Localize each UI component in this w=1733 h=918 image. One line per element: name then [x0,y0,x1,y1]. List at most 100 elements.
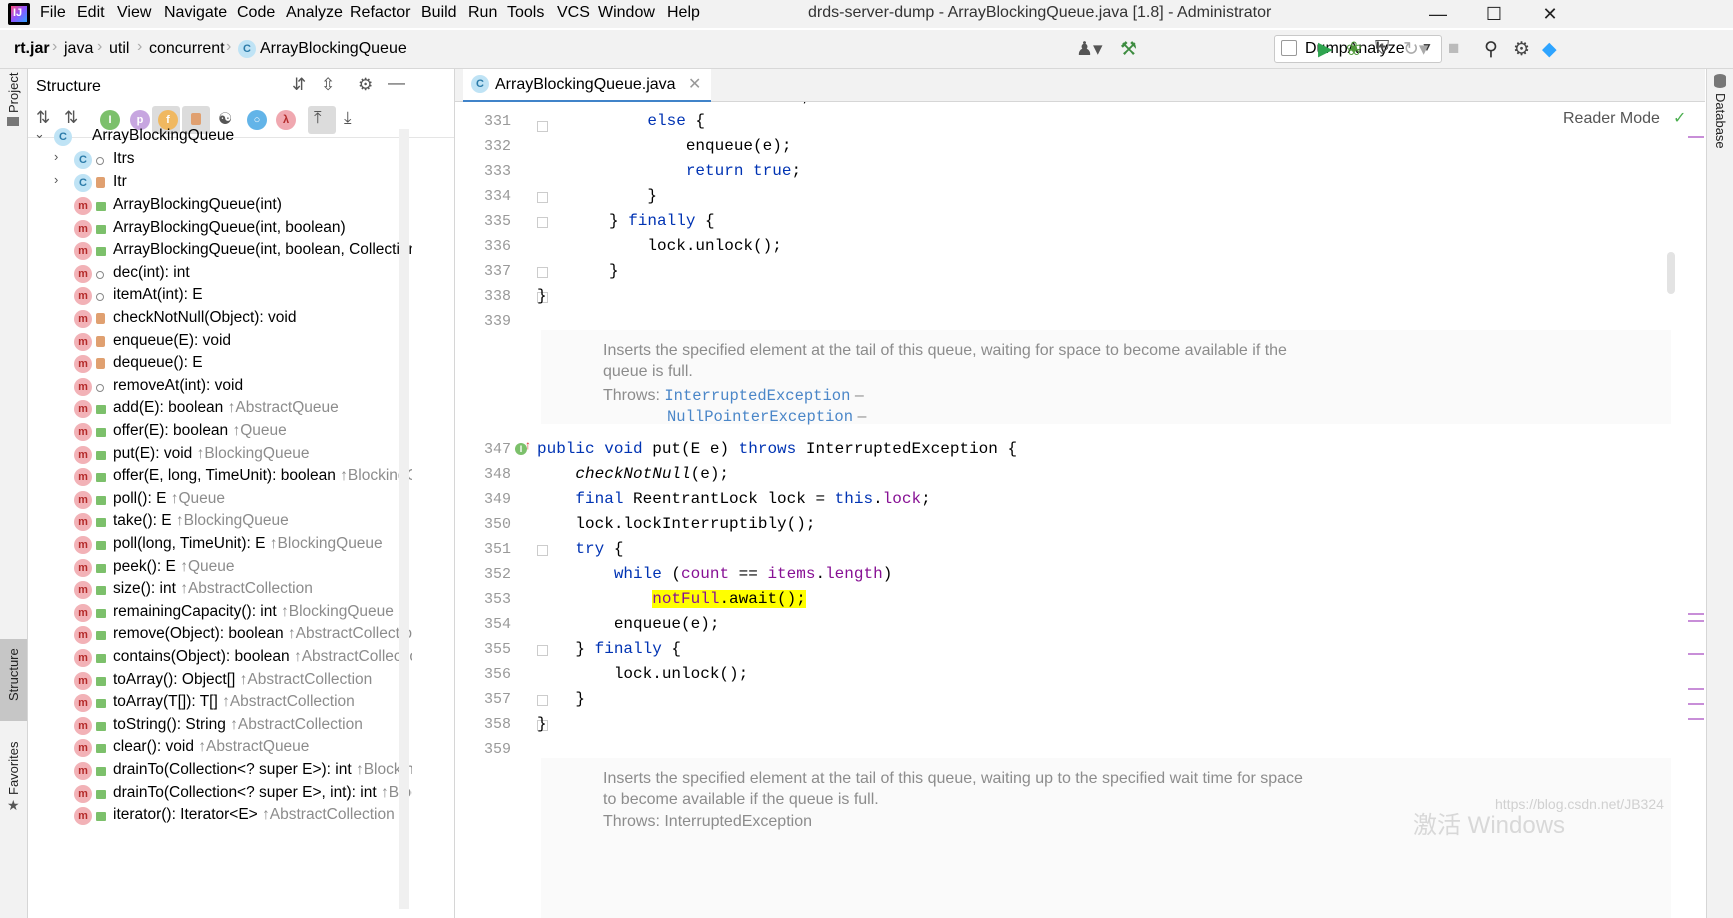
collapse-all-icon[interactable]: ⇳ [321,75,335,95]
code-editor[interactable]: 330 331 332 333 334 335 336 337 338 339 347 348 349 3… [455,102,1705,918]
fold-toggle-icon[interactable] [537,217,548,228]
tree-item-itrs[interactable]: › C Itrs [28,148,428,172]
tree-member-item[interactable]: m remainingCapacity(): int ↑BlockingQueue [28,601,412,625]
hide-panel-icon[interactable]: — [388,73,405,93]
breadcrumb-concurrent[interactable]: concurrent [149,40,225,58]
editor-tab-arrayblockingqueue[interactable]: C ArrayBlockingQueue.java ✕ [463,69,712,103]
tree-member-item[interactable]: m enqueue(E): void [28,330,412,354]
tree-member-item[interactable]: m drainTo(Collection<? super E>): int ↑Bl… [28,759,412,783]
menu-window[interactable]: Window [598,4,655,22]
tree-member-item[interactable]: m dec(int): int [28,262,412,286]
tree-member-item[interactable]: m ArrayBlockingQueue(int) [28,194,412,218]
menu-vcs[interactable]: VCS [557,4,590,22]
tree-item-label: itemAt(int): E [113,286,203,304]
tree-member-item[interactable]: m poll(): E ↑Queue [28,488,412,512]
structure-tool-button[interactable]: Structure [0,639,27,721]
debug-bug-icon[interactable]: ❀ [1346,38,1362,61]
run-icon[interactable]: ▶ [1318,38,1333,61]
code-line-358: } [537,715,547,733]
method-icon: m [74,264,92,283]
project-tool-button[interactable]: Project [6,73,21,113]
stop-icon[interactable]: ■ [1448,38,1459,60]
method-icon: m [74,536,92,554]
tree-member-item[interactable]: m itemAt(int): E [28,284,412,308]
tree-member-item[interactable]: m ArrayBlockingQueue(int, boolean, Collec… [28,239,412,263]
fold-toggle-icon[interactable] [537,192,548,203]
breadcrumb-util[interactable]: util [109,40,129,58]
minimize-icon[interactable]: — [1410,0,1466,28]
tree-item-itr[interactable]: › C Itr [28,171,428,195]
tree-item-label: iterator(): Iterator<E> [113,806,258,824]
settings-gear-icon[interactable]: ⚙ [1513,38,1530,61]
code-line-351: try { [575,540,624,558]
coverage-icon[interactable]: ⛨ [1375,38,1389,60]
editor-scrollbar-thumb[interactable] [1667,252,1675,294]
public-visibility-icon [96,631,106,641]
user-icon[interactable]: ♟▾ [1076,38,1103,61]
tree-member-item[interactable]: m ArrayBlockingQueue(int, boolean) [28,217,412,241]
tree-member-item[interactable]: m peek(): E ↑Queue [28,556,412,580]
tree-member-item[interactable]: m poll(long, TimeUnit): E ↑BlockingQueue [28,533,412,557]
tree-member-item[interactable]: m clear(): void ↑AbstractQueue [28,736,412,760]
tree-member-item[interactable]: m size(): int ↑AbstractCollection [28,578,412,602]
menu-build[interactable]: Build [421,4,457,22]
menu-file[interactable]: File [40,4,66,22]
tree-member-item[interactable]: m toString(): String ↑AbstractCollection [28,714,412,738]
show-non-public-icon[interactable] [191,113,201,125]
scroll-marker [1688,136,1704,138]
expand-all-icon[interactable]: ⇵ [292,75,306,95]
close-icon[interactable]: ✕ [1522,0,1578,28]
breadcrumb-rt-jar[interactable]: rt.jar [14,40,50,58]
breadcrumb-arrayblockingqueue[interactable]: ArrayBlockingQueue [260,40,407,58]
inherited-from-label: ↑Queue [232,422,287,439]
profile-icon[interactable]: ↻▾ [1403,38,1428,61]
tree-member-item[interactable]: m dequeue(): E [28,352,412,376]
tree-member-item[interactable]: m drainTo(Collection<? super E>, int): in… [28,782,412,806]
line-number: 339 [483,313,511,330]
inherited-from-label: ↑Queue [170,489,226,507]
menu-view[interactable]: View [117,4,151,22]
tree-member-item[interactable]: m put(E): void ↑BlockingQueue [28,443,412,467]
close-tab-icon[interactable]: ✕ [688,76,701,93]
activate-windows-text: 激活 Windows [1413,812,1566,839]
tree-member-item[interactable]: m iterator(): Iterator<E> ↑AbstractCollec… [28,804,412,828]
javadoc-link-nullpointerexception[interactable]: NullPointerException [667,408,853,426]
tree-member-item[interactable]: m toArray(): Object[] ↑AbstractCollection [28,669,412,693]
search-icon[interactable]: ⚲ [1484,38,1498,61]
tree-member-item[interactable]: m take(): E ↑BlockingQueue [28,510,412,534]
menu-navigate[interactable]: Navigate [164,4,227,22]
panel-settings-gear-icon[interactable]: ⚙ [358,75,373,95]
fold-toggle-icon[interactable] [537,267,548,278]
method-icon: m [74,649,92,667]
tree-item-label: toArray(): Object[] [113,670,236,688]
favorites-tool-button[interactable]: Favorites [6,742,21,795]
tree-root-arrayblockingqueue[interactable]: ⌄ C ArrayBlockingQueue [28,125,428,149]
tree-member-item[interactable]: m offer(E, long, TimeUnit): boolean ↑Bloc… [28,465,412,489]
breadcrumb-java[interactable]: java [64,40,93,58]
chevron-right-icon[interactable]: › [54,149,58,164]
javadoc-link-interruptedexception[interactable]: InterruptedException [664,387,850,405]
build-hammer-icon[interactable]: ⚒ [1120,38,1137,61]
reader-mode-button[interactable]: Reader Mode [1563,110,1660,128]
database-tool-button[interactable]: Database [1713,93,1728,149]
structure-scrollbar[interactable] [399,129,409,909]
chevron-down-icon[interactable]: ⌄ [34,126,45,142]
tree-member-item[interactable]: m add(E): boolean ↑AbstractQueue [28,397,412,421]
chevron-right-icon[interactable]: › [54,172,58,187]
fold-toggle-icon[interactable] [537,121,548,132]
menu-tools[interactable]: Tools [507,4,544,22]
menu-help[interactable]: Help [667,4,700,22]
tree-member-item[interactable]: m toArray(T[]): T[] ↑AbstractCollection [28,691,412,715]
tree-member-item[interactable]: m checkNotNull(Object): void [28,307,412,331]
menu-code[interactable]: Code [237,4,275,22]
menu-analyze[interactable]: Analyze [286,4,343,22]
maximize-icon[interactable]: ☐ [1466,0,1522,28]
tree-member-item[interactable]: m removeAt(int): void [28,375,412,399]
jetbrains-toolbox-icon[interactable]: ◆ [1542,38,1557,61]
tree-member-item[interactable]: m remove(Object): boolean ↑AbstractCollec… [28,623,412,647]
menu-run[interactable]: Run [468,4,497,22]
tree-member-item[interactable]: m contains(Object): boolean ↑AbstractColl… [28,646,412,670]
tree-member-item[interactable]: m offer(E): boolean ↑Queue [28,420,412,444]
menu-refactor[interactable]: Refactor [350,4,410,22]
menu-edit[interactable]: Edit [77,4,105,22]
